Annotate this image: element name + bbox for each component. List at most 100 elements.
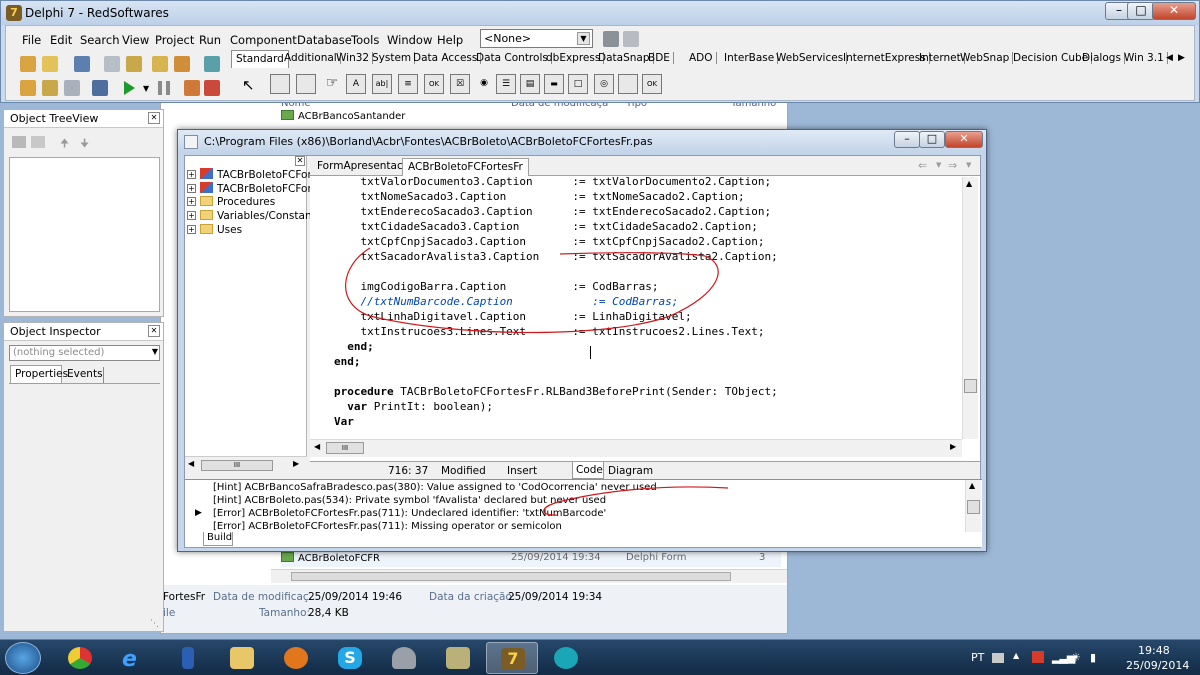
maximize-button[interactable]: □ <box>1127 2 1155 20</box>
chevron-down-icon[interactable]: ▼ <box>936 161 941 169</box>
taskbar-delphi[interactable]: 7 <box>486 642 538 674</box>
show-hidden-icons[interactable]: ▲ <box>1013 651 1019 660</box>
start-button[interactable] <box>5 642 41 674</box>
groupbox-icon[interactable]: □ <box>568 74 588 94</box>
tree-item-class1[interactable]: + TACBrBoletoFCForte <box>187 168 322 182</box>
new-form-icon[interactable] <box>92 80 108 96</box>
palette-tab-system[interactable]: System <box>369 52 416 64</box>
set-debug-desktop-icon[interactable] <box>623 31 639 47</box>
taskbar-explorer[interactable] <box>216 642 268 674</box>
forward-icon[interactable]: ⇒ <box>948 159 957 172</box>
close-icon[interactable]: ✕ <box>148 325 160 337</box>
close-icon[interactable]: ✕ <box>295 156 305 166</box>
object-selector[interactable]: (nothing selected) ▼ <box>9 345 160 361</box>
open-icon[interactable] <box>42 56 58 72</box>
code-explorer[interactable]: ✕ + TACBrBoletoFCForte + TACBrBoletoFCFort… <box>185 156 322 474</box>
scroll-left-icon[interactable]: ◀ <box>188 459 194 468</box>
message-item[interactable]: [Hint] ACBrBancoSafraBradesco.pas(380): … <box>213 482 657 493</box>
palette-tab-data-controls[interactable]: Data Controls <box>473 52 552 64</box>
menu-project[interactable]: Project <box>155 33 194 47</box>
save-icon[interactable] <box>74 56 90 72</box>
label-icon[interactable]: A <box>346 74 366 94</box>
palette-tab-webservices[interactable]: WebServices <box>773 52 848 64</box>
menu-component[interactable]: Component <box>230 33 297 47</box>
pause-icon[interactable] <box>158 81 170 95</box>
code-text[interactable]: txtValorDocumento3.Caption := txtValorDo… <box>310 177 960 439</box>
resize-grip-icon[interactable]: ⋱ <box>150 619 159 629</box>
view-form-icon[interactable] <box>42 80 58 96</box>
toggle-form-unit-icon[interactable] <box>64 80 80 96</box>
scroll-right-icon[interactable]: ▶ <box>293 459 299 468</box>
run-icon[interactable] <box>124 81 135 95</box>
editor-maximize-button[interactable]: □ <box>919 131 945 148</box>
tree-item-variables[interactable]: + Variables/Constants <box>187 210 321 224</box>
clock-date[interactable]: 25/09/2014 <box>1126 659 1189 672</box>
property-grid[interactable] <box>9 383 160 627</box>
palette-scroll-left-icon[interactable]: ◀ <box>1166 53 1173 63</box>
scroll-up-icon[interactable]: ▲ <box>969 481 975 490</box>
palette-tab-ado[interactable]: ADO <box>686 52 717 64</box>
scroll-thumb[interactable]: III <box>201 460 273 471</box>
back-icon[interactable]: ⇐ <box>918 159 927 172</box>
taskbar-chrome[interactable] <box>54 642 106 674</box>
cursor-icon[interactable]: ☞ <box>322 74 342 94</box>
explorer-row-top[interactable]: ACBrBancoSantander <box>281 110 405 122</box>
new-item-icon[interactable] <box>12 136 26 148</box>
help-contents-icon[interactable] <box>204 56 220 72</box>
tab-properties[interactable]: Properties <box>10 365 68 383</box>
message-view[interactable]: [Hint] ACBrBancoSafraBradesco.pas(380): … <box>185 479 982 547</box>
scroll-left-icon[interactable]: ◀ <box>314 442 320 451</box>
tree-item-procedures[interactable]: + Procedures <box>187 196 275 210</box>
editor-title-bar[interactable]: C:\Program Files (x86)\Borland\Acbr\Font… <box>178 130 986 154</box>
palette-tab-bde[interactable]: BDE <box>645 52 674 64</box>
menu-view[interactable]: View <box>122 33 149 47</box>
remove-file-icon[interactable] <box>174 56 190 72</box>
taskbar-media[interactable] <box>270 642 322 674</box>
tab-diagram[interactable]: Diagram <box>608 465 653 477</box>
palette-tab-websnap[interactable]: WebSnap <box>957 52 1014 64</box>
taskbar-ie[interactable]: e <box>108 642 160 674</box>
scroll-thumb[interactable] <box>291 572 731 581</box>
volume-icon[interactable]: ☀ <box>1071 651 1081 664</box>
button-icon[interactable]: OK <box>424 74 444 94</box>
run-dropdown-icon[interactable]: ▼ <box>143 84 149 93</box>
message-item[interactable]: [Hint] ACBrBoleto.pas(534): Private symb… <box>213 495 606 506</box>
palette-tab-win32[interactable]: Win32 <box>333 52 374 64</box>
code-vscrollbar[interactable]: ▲ <box>962 177 978 439</box>
combobox-icon[interactable]: ▤ <box>520 74 540 94</box>
pointer-icon[interactable]: ↖ <box>242 76 255 94</box>
actionlist-icon[interactable]: OK <box>642 74 662 94</box>
panel-icon[interactable] <box>618 74 638 94</box>
delete-item-icon[interactable] <box>31 136 45 148</box>
desktop-select[interactable]: <None> ▼ <box>480 29 593 48</box>
message-item[interactable]: [Error] ACBrBoletoFCFortesFr.pas(711): M… <box>213 521 562 532</box>
palette-tab-data-access[interactable]: Data Access <box>410 52 482 64</box>
expand-icon[interactable]: + <box>187 170 196 179</box>
checkbox-icon[interactable]: ☒ <box>450 74 470 94</box>
scroll-thumb[interactable] <box>967 500 980 514</box>
menu-file[interactable]: File <box>22 33 41 47</box>
message-list[interactable]: [Hint] ACBrBancoSafraBradesco.pas(380): … <box>185 480 965 532</box>
menu-database[interactable]: Database <box>297 33 352 47</box>
view-unit-icon[interactable] <box>20 80 36 96</box>
editor-minimize-button[interactable]: – <box>894 131 920 148</box>
delphi-icon[interactable]: 7 <box>6 5 22 21</box>
palette-scroll-right-icon[interactable]: ▶ <box>1178 53 1185 63</box>
action-center-icon[interactable] <box>1032 651 1044 663</box>
explorer-hscrollbar[interactable] <box>271 569 787 583</box>
mainmenu-icon[interactable] <box>270 74 290 94</box>
code-hscrollbar[interactable]: ◀ III ▶ <box>310 439 962 457</box>
trace-into-icon[interactable] <box>184 80 200 96</box>
save-desktop-icon[interactable] <box>603 31 619 47</box>
step-over-icon[interactable] <box>204 80 220 96</box>
menu-tools[interactable]: Tools <box>351 33 379 47</box>
editor-close-button[interactable]: ✕ <box>945 131 983 148</box>
scroll-right-icon[interactable]: ▶ <box>950 442 956 451</box>
move-up-icon[interactable]: 🠉 <box>60 135 69 154</box>
palette-tab-interbase[interactable]: InterBase <box>721 52 779 64</box>
scroll-thumb[interactable]: III <box>326 442 364 454</box>
menu-help[interactable]: Help <box>437 33 463 47</box>
menu-search[interactable]: Search <box>80 33 120 47</box>
new-icon[interactable] <box>20 56 36 72</box>
clock-time[interactable]: 19:48 <box>1138 644 1170 657</box>
